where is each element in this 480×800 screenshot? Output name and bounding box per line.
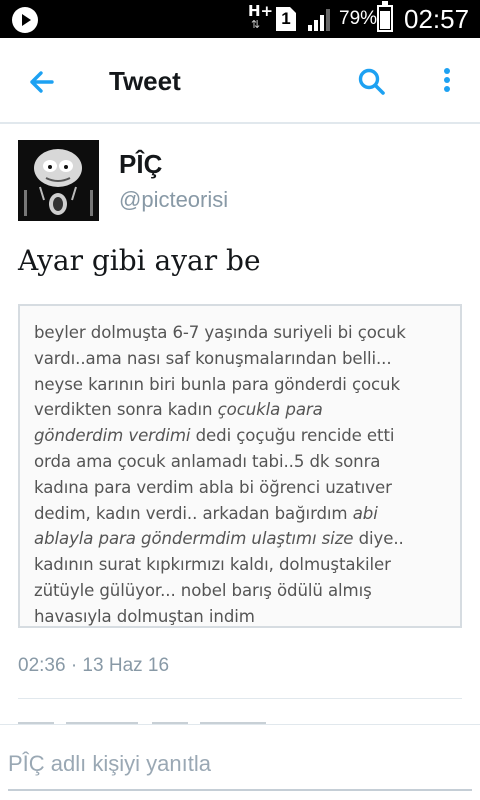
image-text-line: gönderdim verdimi dedi çoçuğu rencide et… xyxy=(34,423,448,449)
image-text-line: ablayla para göndermdim ulaştımı size di… xyxy=(34,526,448,552)
user-display-name[interactable]: PÎÇ xyxy=(119,148,162,180)
image-text-span: zütüyle gülüyor... nobel barış ödülü alm… xyxy=(34,580,372,600)
more-options-button[interactable] xyxy=(430,62,464,102)
reply-bar xyxy=(0,724,480,800)
image-text-line: beyler dolmuşta 6-7 yaşında suriyeli bi … xyxy=(34,320,448,346)
image-text-line: verdikten sonra kadın çocukla para xyxy=(34,397,448,423)
avatar-image xyxy=(18,140,99,221)
reply-input[interactable] xyxy=(8,747,472,791)
image-text-italic: abi xyxy=(352,503,378,523)
image-text-span: kadına para verdim abla bi öğrenci uzatı… xyxy=(34,477,392,497)
image-text-line: neyse karının biri bunla para gönderdi ç… xyxy=(34,372,448,398)
image-text-italic: çocukla para xyxy=(217,400,323,420)
data-activity-icon: ⇅ xyxy=(251,18,261,31)
battery-percent: 79% xyxy=(339,8,378,29)
signal-icon xyxy=(308,9,330,31)
image-text-line: havasıyla dolmuştan indim xyxy=(34,604,448,626)
avatar[interactable] xyxy=(18,140,99,221)
search-icon xyxy=(358,68,385,95)
image-text-line: kadına para verdim abla bi öğrenci uzatı… xyxy=(34,475,448,501)
image-text-span: vardı..ama nası saf konuşmalarından bell… xyxy=(34,348,392,368)
more-vertical-icon xyxy=(444,68,450,92)
page-title: Tweet xyxy=(109,66,181,96)
image-text-span: dedim, kadın verdi.. arkadan bağırdım xyxy=(34,503,353,523)
tweet-image[interactable]: beyler dolmuşta 6-7 yaşında suriyeli bi … xyxy=(18,304,462,628)
image-text-span: dedi çoçuğu rencide etti xyxy=(190,426,395,446)
image-text-span: verdikten sonra kadın xyxy=(34,400,218,420)
image-text-span: kadının surat kıpkırmızı kaldı, dolmuşta… xyxy=(34,555,391,575)
image-text-span: beyler dolmuşta 6-7 yaşında suriyeli bi … xyxy=(34,323,406,342)
image-text-span: havasıyla dolmuştan indim xyxy=(34,606,255,626)
search-button[interactable] xyxy=(352,62,392,102)
image-text-italic: gönderdim verdimi xyxy=(34,426,191,446)
tweet-text: Ayar gibi ayar be xyxy=(18,244,261,277)
image-text-span: diye.. xyxy=(353,529,404,549)
image-text-line: zütüyle gülüyor... nobel barış ödülü alm… xyxy=(34,578,448,604)
network-type: H+ xyxy=(248,2,274,20)
image-text-span: neyse karının biri bunla para gönderdi ç… xyxy=(34,374,400,394)
clock: 02:57 xyxy=(404,4,470,34)
tweet-timestamp: 02:36 · 13 Haz 16 xyxy=(18,655,170,676)
image-text-block: beyler dolmuşta 6-7 yaşında suriyeli bi … xyxy=(34,320,448,626)
app-header: Tweet xyxy=(0,38,480,124)
status-bar: H+ ⇅ 1 79% 02:57 xyxy=(0,0,480,38)
image-text-span: orda ama çocuk anlamadı tabi..5 dk sonra xyxy=(34,451,381,471)
image-text-line: vardı..ama nası saf konuşmalarından bell… xyxy=(34,346,448,372)
image-text-line: dedim, kadın verdi.. arkadan bağırdım ab… xyxy=(34,501,448,527)
arrow-left-icon xyxy=(30,71,54,93)
back-button[interactable] xyxy=(22,62,62,102)
sim-indicator: 1 xyxy=(276,7,296,31)
battery-icon xyxy=(377,1,393,32)
image-text-line: kadının surat kıpkırmızı kaldı, dolmuşta… xyxy=(34,552,448,578)
image-text-line: orda ama çocuk anlamadı tabi..5 dk sonra xyxy=(34,449,448,475)
user-handle[interactable]: @picteorisi xyxy=(119,186,228,214)
divider xyxy=(18,698,462,699)
image-text-italic: ablayla para göndermdim ulaştımı size xyxy=(34,529,354,549)
play-notification-icon xyxy=(12,7,38,33)
